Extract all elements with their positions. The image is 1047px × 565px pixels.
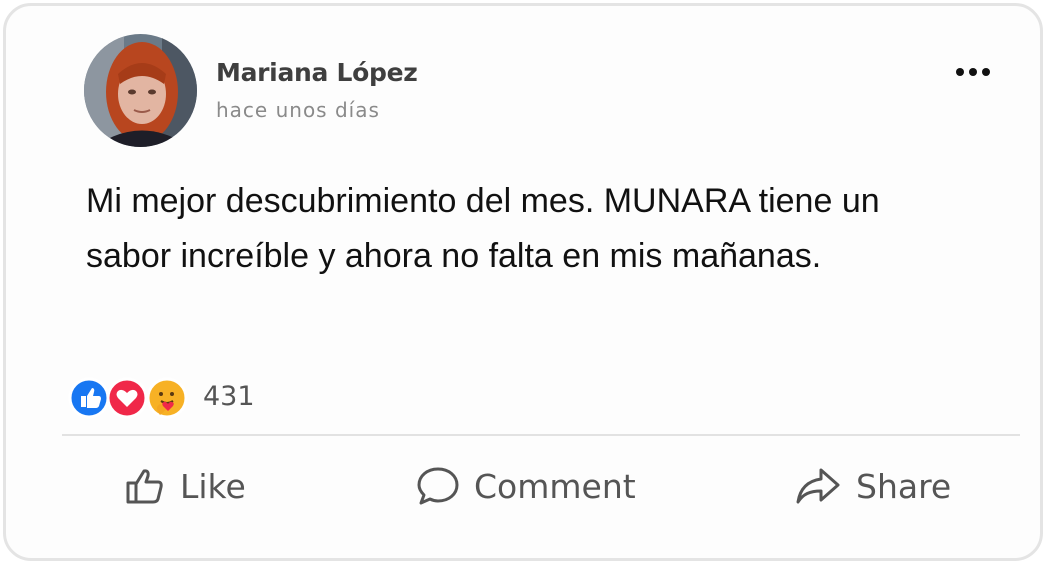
dot	[956, 68, 964, 76]
dot	[982, 68, 990, 76]
like-label: Like	[180, 466, 246, 506]
comment-icon	[417, 467, 459, 505]
dot	[969, 68, 977, 76]
avatar[interactable]	[84, 34, 197, 147]
comment-label: Comment	[474, 466, 636, 506]
love-icon	[106, 377, 148, 419]
care-icon	[146, 377, 188, 419]
author-name[interactable]: Mariana López	[216, 58, 418, 87]
post-text: Mi mejor descubrimiento del mes. MUNARA …	[86, 182, 880, 275]
like-icon	[68, 377, 110, 419]
share-button[interactable]: Share	[794, 462, 951, 510]
comment-button[interactable]: Comment	[416, 462, 636, 510]
post-timestamp[interactable]: hace unos días	[216, 98, 380, 122]
reaction-count[interactable]: 431	[203, 381, 255, 412]
avatar-photo	[84, 34, 197, 147]
like-button[interactable]: Like	[124, 462, 246, 510]
divider	[62, 434, 1020, 436]
share-icon	[796, 468, 840, 504]
share-label: Share	[856, 466, 952, 506]
thumbs-up-icon	[126, 469, 163, 504]
more-options-icon[interactable]	[950, 62, 996, 82]
